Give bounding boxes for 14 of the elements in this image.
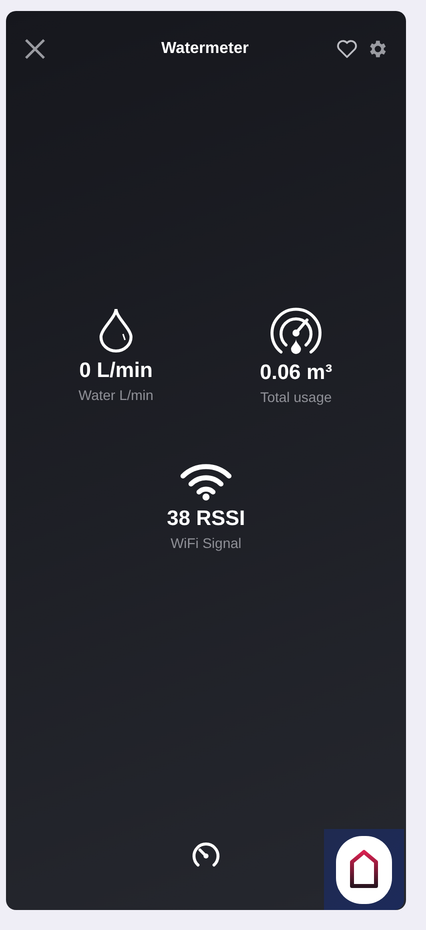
gauge-icon bbox=[269, 307, 323, 355]
wifi-icon bbox=[179, 463, 233, 501]
sensor-label: Water L/min bbox=[78, 387, 154, 403]
sensor-value: 0 L/min bbox=[79, 359, 153, 383]
sensor-label: WiFi Signal bbox=[170, 535, 242, 551]
sensor-value: 0.06 m³ bbox=[260, 361, 332, 385]
sensor-label: Total usage bbox=[260, 389, 332, 405]
sensor-value: 38 RSSI bbox=[166, 507, 246, 531]
speedometer-button[interactable] bbox=[191, 842, 221, 868]
window-title: Watermeter bbox=[161, 40, 249, 58]
water-drop-icon bbox=[97, 307, 135, 353]
app-logo[interactable] bbox=[324, 829, 404, 910]
heart-button[interactable] bbox=[336, 39, 358, 59]
close-button[interactable] bbox=[24, 38, 46, 60]
